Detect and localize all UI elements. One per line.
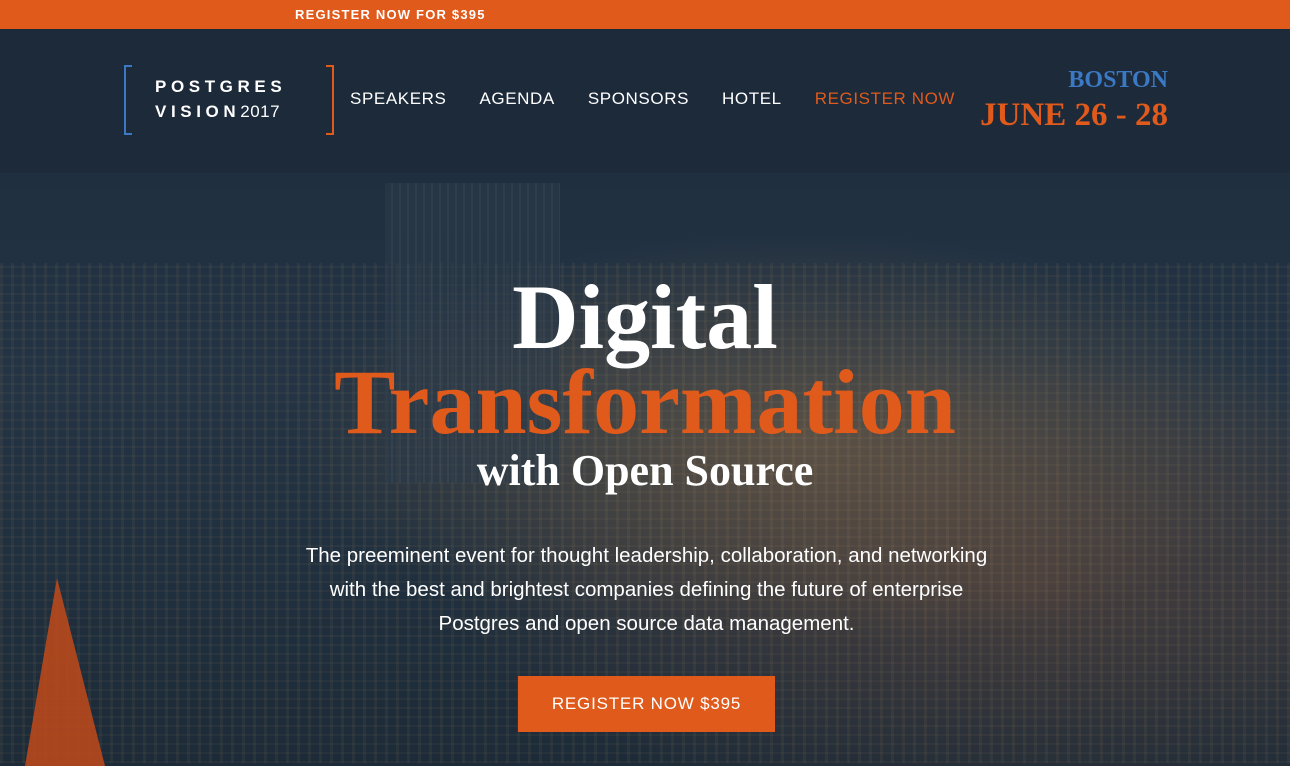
nav-item-register-now[interactable]: REGISTER NOW xyxy=(815,89,955,109)
event-dates: JUNE 26 - 28 xyxy=(980,97,1168,133)
hero-title-open-source: with Open Source xyxy=(476,446,814,495)
register-now-button[interactable]: REGISTER NOW $395 xyxy=(518,676,775,732)
promo-register-link[interactable]: REGISTER NOW FOR $395 xyxy=(295,7,486,22)
hero-description: The preeminent event for thought leaders… xyxy=(305,543,988,635)
site-header: POSTGRES VISION2017 SPEAKERS AGENDA SPON… xyxy=(0,29,1290,173)
postgres-vision-logo[interactable]: POSTGRES VISION2017 xyxy=(124,65,334,135)
hero-title-digital: Digital xyxy=(512,266,778,368)
logo-right-bracket xyxy=(326,65,334,135)
orange-accent-shape xyxy=(25,578,105,766)
logo-left-bracket xyxy=(124,65,132,135)
promo-bar: REGISTER NOW FOR $395 xyxy=(0,0,1290,29)
logo-year: 2017 xyxy=(240,102,281,121)
event-city: BOSTON xyxy=(1068,67,1168,93)
main-nav: SPEAKERS AGENDA SPONSORS HOTEL REGISTER … xyxy=(350,89,988,109)
logo-line1: POSTGRES xyxy=(155,77,287,96)
nav-item-agenda[interactable]: AGENDA xyxy=(479,89,554,109)
nav-item-hotel[interactable]: HOTEL xyxy=(722,89,782,109)
logo-vision-word: VISION xyxy=(155,102,241,121)
hero-section: Digital Transformation with Open Source … xyxy=(0,173,1290,766)
nav-item-speakers[interactable]: SPEAKERS xyxy=(350,89,446,109)
nav-item-sponsors[interactable]: SPONSORS xyxy=(588,89,689,109)
logo-line2: VISION2017 xyxy=(155,102,280,122)
hero-title-transformation: Transformation xyxy=(334,351,956,453)
